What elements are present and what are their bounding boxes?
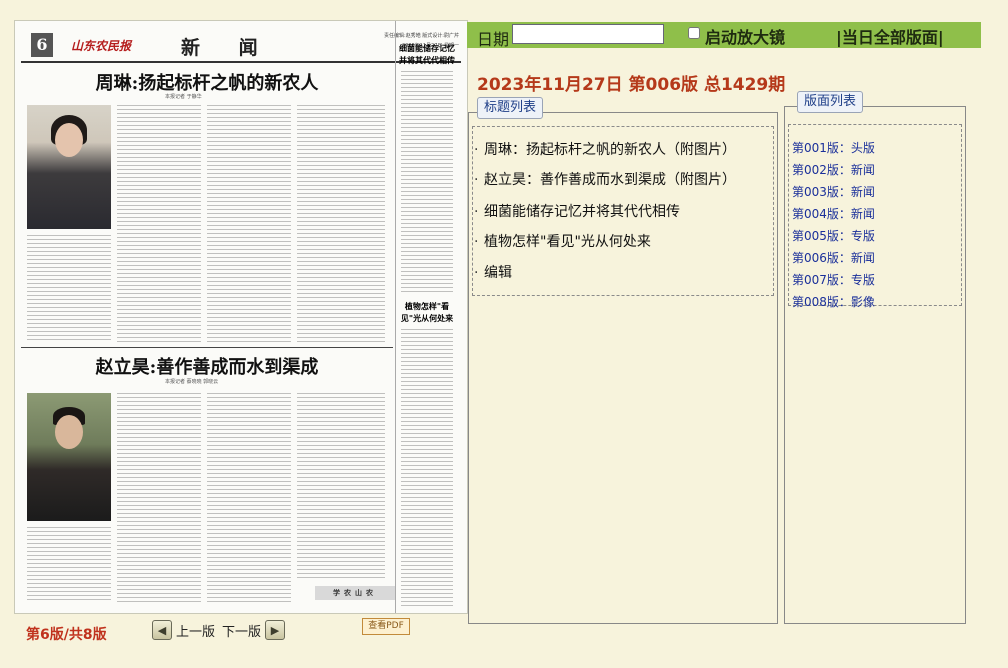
article-text-block <box>401 329 453 607</box>
article-byline: 本报记者 蔡晓晓 郭晓云 <box>165 379 219 385</box>
magnifier-checkbox[interactable] <box>688 27 700 39</box>
article-text-block <box>27 235 111 343</box>
article-byline: 本报记者 于静华 <box>165 94 202 100</box>
page-list-item[interactable]: 第006版：新闻 <box>792 249 875 266</box>
all-pages-link[interactable]: |当日全部版面| <box>836 24 944 48</box>
title-list-item-label: 编辑 <box>484 265 512 281</box>
side-article-headline-plants[interactable]: 植物怎样"看见"光从何处来 <box>399 301 455 325</box>
title-list-item-label: 植物怎样"看见"光从何处来 <box>484 234 651 250</box>
prev-page-label: 上一版 <box>176 624 216 640</box>
next-page-button[interactable]: 下一版 ▶ <box>222 619 286 641</box>
newspaper-page[interactable]: 6 山东农民报 新 闻 责任编辑:赵秀皓 版式设计:尉广芹 2023年11月27… <box>14 20 468 614</box>
page-count-label: 第6版/共8版 <box>26 627 107 643</box>
edition-title: 2023年11月27日 第006版 总1429期 <box>477 75 786 95</box>
arrow-right-icon: ▶ <box>265 620 286 640</box>
view-pdf-button[interactable]: 查看PDF <box>362 618 410 635</box>
arrow-left-icon: ◀ <box>152 620 172 640</box>
title-list-item-label: 细菌能储存记忆并将其代代相传 <box>484 204 680 220</box>
portrait-photo-zhaolihao <box>27 393 111 521</box>
title-list-item[interactable]: · 编辑 <box>474 262 512 282</box>
article-headline-zhoulin[interactable]: 周琳:扬起标杆之帆的新农人 <box>27 69 387 95</box>
title-list-item[interactable]: · 赵立昊：善作善成而水到渠成（附图片） <box>474 169 736 189</box>
article-text-block <box>297 393 385 579</box>
title-list-item[interactable]: · 周琳：扬起标杆之帆的新农人（附图片） <box>474 139 736 159</box>
page-list-item[interactable]: 第004版：新闻 <box>792 205 875 222</box>
article-text-block <box>207 393 291 603</box>
article-text-block <box>207 105 291 345</box>
masthead: 山东农民报 <box>71 39 132 53</box>
section-title: 新 闻 <box>181 37 274 59</box>
title-list-item[interactable]: · 植物怎样"看见"光从何处来 <box>474 231 651 251</box>
portrait-photo-zhoulin <box>27 105 111 229</box>
next-page-label: 下一版 <box>222 624 262 640</box>
date-label: 日期 <box>477 30 510 49</box>
magnifier-label[interactable]: 启动放大镜 <box>705 24 785 48</box>
date-input[interactable] <box>512 24 664 44</box>
article-text-block <box>297 105 385 345</box>
page-number-badge: 6 <box>31 33 53 57</box>
page-list-item[interactable]: 第001版：头版 <box>792 139 875 156</box>
tab-title-list[interactable]: 标题列表 <box>477 97 544 119</box>
page-list-item[interactable]: 第005版：专版 <box>792 227 875 244</box>
prev-page-button[interactable]: ◀ 上一版 <box>152 619 215 641</box>
page-list-item[interactable]: 第002版：新闻 <box>792 161 875 178</box>
article-text-block <box>117 393 201 603</box>
title-list-item-label: 周琳：扬起标杆之帆的新农人（附图片） <box>484 142 736 158</box>
tab-page-list[interactable]: 版面列表 <box>797 91 864 113</box>
article-headline-zhaolihao[interactable]: 赵立昊:善作善成而水到渠成 <box>27 353 387 379</box>
page-list-item[interactable]: 第008版：影像 <box>792 293 875 310</box>
article-text-block <box>117 105 201 345</box>
page-list-item[interactable]: 第007版：专版 <box>792 271 875 288</box>
side-article-headline-bacteria[interactable]: 细菌能储存记忆并将其代代相传 <box>399 43 455 67</box>
article-text-block <box>27 527 111 603</box>
footer-label: 学农山农 <box>315 586 395 600</box>
article-text-block <box>401 71 453 293</box>
divider <box>21 347 393 348</box>
title-list-item[interactable]: · 细菌能储存记忆并将其代代相传 <box>474 201 680 221</box>
page-list-item[interactable]: 第003版：新闻 <box>792 183 875 200</box>
title-list-item-label: 赵立昊：善作善成而水到渠成（附图片） <box>484 172 736 188</box>
